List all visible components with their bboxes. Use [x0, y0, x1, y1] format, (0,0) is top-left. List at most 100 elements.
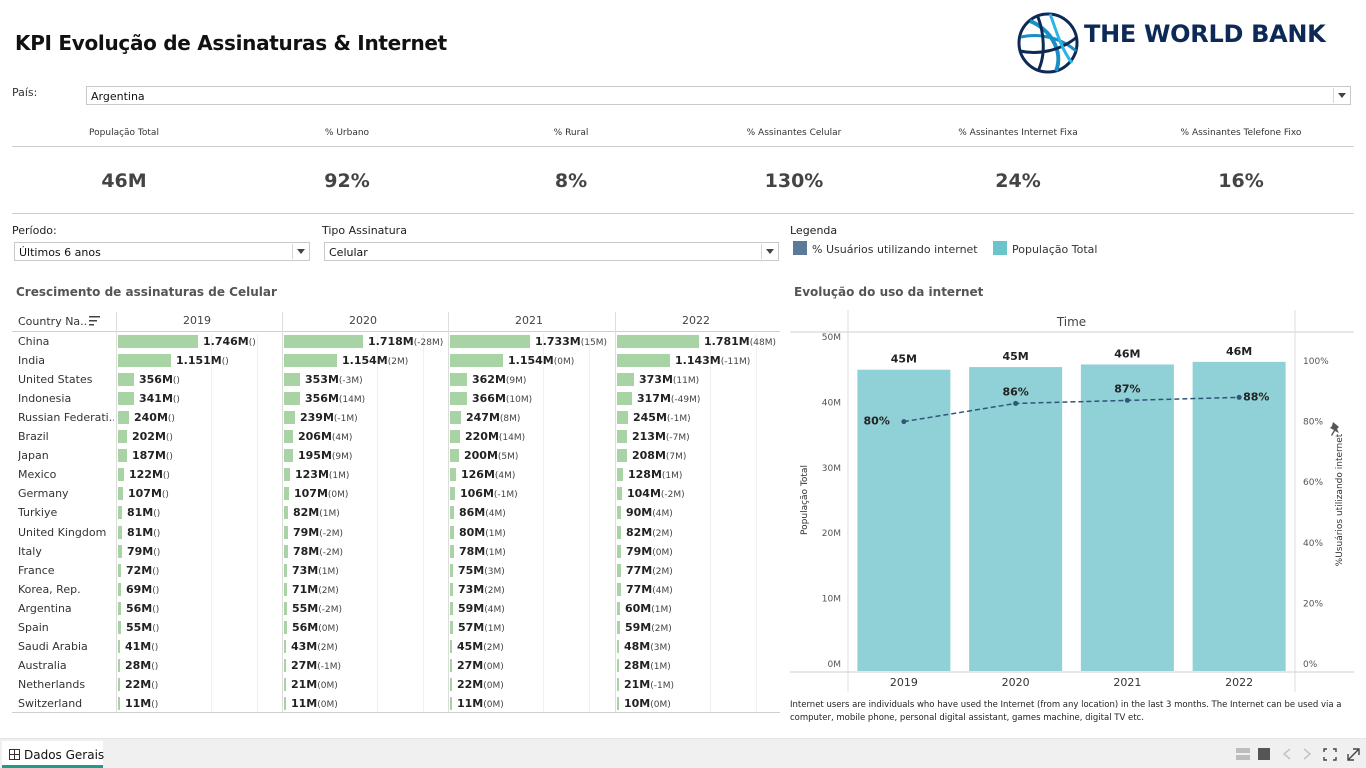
- subscription-bar[interactable]: [450, 582, 453, 596]
- country-name[interactable]: Argentina: [18, 602, 114, 615]
- subscription-bar[interactable]: [284, 506, 288, 520]
- subscription-bar[interactable]: [450, 658, 452, 672]
- country-name[interactable]: Spain: [18, 621, 114, 634]
- subscription-bar[interactable]: [118, 468, 124, 482]
- period-select[interactable]: Últimos 6 anos: [14, 242, 310, 261]
- subscription-bar[interactable]: [118, 620, 121, 634]
- subscription-bar[interactable]: [450, 392, 467, 406]
- subscription-bar[interactable]: [284, 468, 290, 482]
- sort-icon[interactable]: [89, 315, 101, 327]
- subscription-bar[interactable]: [118, 411, 129, 425]
- country-name[interactable]: Australia: [18, 659, 114, 672]
- subscription-bar[interactable]: [118, 601, 121, 615]
- subscription-bar[interactable]: [617, 335, 699, 348]
- subscription-bar[interactable]: [617, 487, 622, 501]
- subscription-bar[interactable]: [284, 582, 287, 596]
- subscription-bar[interactable]: [617, 525, 621, 539]
- country-name[interactable]: Japan: [18, 449, 114, 462]
- subscription-bar[interactable]: [450, 373, 467, 387]
- subscription-bar[interactable]: [118, 506, 122, 520]
- subscription-bar[interactable]: [617, 601, 620, 615]
- subscription-bar[interactable]: [284, 639, 286, 653]
- subscription-bar[interactable]: [617, 563, 621, 577]
- subscription-bar[interactable]: [284, 354, 337, 368]
- subscription-bar[interactable]: [284, 620, 287, 634]
- country-name[interactable]: China: [18, 335, 114, 348]
- subscription-bar[interactable]: [284, 544, 288, 558]
- subscription-bar[interactable]: [284, 525, 288, 539]
- subscription-bar[interactable]: [118, 563, 121, 577]
- subscription-bar[interactable]: [450, 506, 454, 520]
- subscription-bar[interactable]: [617, 696, 619, 710]
- subscription-bar[interactable]: [450, 525, 454, 539]
- subscription-bar[interactable]: [450, 601, 453, 615]
- country-name[interactable]: Switzerland: [18, 697, 114, 710]
- subscription-bar[interactable]: [450, 335, 530, 348]
- subscription-bar[interactable]: [617, 449, 627, 463]
- country-name[interactable]: Italy: [18, 545, 114, 558]
- subscription-bar[interactable]: [617, 411, 628, 425]
- country-name[interactable]: Russian Federati..: [18, 411, 114, 424]
- subscription-bar[interactable]: [118, 373, 134, 387]
- fullscreen-icon[interactable]: [1323, 748, 1337, 761]
- country-name[interactable]: France: [18, 564, 114, 577]
- subscription-bar[interactable]: [284, 563, 287, 577]
- subscription-bar[interactable]: [118, 392, 134, 406]
- dropdown-arrow-icon[interactable]: [1333, 88, 1349, 103]
- back-icon[interactable]: [1282, 748, 1292, 760]
- subscription-bar[interactable]: [450, 354, 503, 368]
- subscription-bar[interactable]: [284, 658, 286, 672]
- country-select[interactable]: Argentina: [86, 86, 1351, 105]
- subscription-bar[interactable]: [617, 620, 620, 634]
- subscription-bar[interactable]: [617, 468, 623, 482]
- type-select[interactable]: Celular: [324, 242, 779, 261]
- layout-icon[interactable]: [1236, 748, 1250, 760]
- country-name[interactable]: Germany: [18, 487, 114, 500]
- subscription-bar[interactable]: [450, 696, 452, 710]
- dropdown-arrow-icon[interactable]: [761, 244, 777, 259]
- country-column-header[interactable]: Country Na..: [18, 315, 87, 328]
- subscription-bar[interactable]: [118, 335, 198, 348]
- country-name[interactable]: Mexico: [18, 468, 114, 481]
- country-name[interactable]: Saudi Arabia: [18, 640, 114, 653]
- country-name[interactable]: India: [18, 354, 114, 367]
- subscription-bar[interactable]: [617, 506, 621, 520]
- subscription-bar[interactable]: [450, 468, 456, 482]
- subscription-bar[interactable]: [284, 449, 293, 463]
- subscription-bar[interactable]: [450, 620, 453, 634]
- subscription-bar[interactable]: [617, 544, 621, 558]
- subscription-bar[interactable]: [118, 639, 120, 653]
- stop-icon[interactable]: [1258, 748, 1270, 760]
- subscription-bar[interactable]: [284, 430, 293, 444]
- country-name[interactable]: Indonesia: [18, 392, 114, 405]
- subscription-bar[interactable]: [118, 582, 121, 596]
- subscription-bar[interactable]: [450, 449, 459, 463]
- country-name[interactable]: Brazil: [18, 430, 114, 443]
- subscription-bar[interactable]: [617, 392, 632, 406]
- subscription-bar[interactable]: [617, 639, 619, 653]
- subscription-bar[interactable]: [284, 487, 289, 501]
- country-name[interactable]: Netherlands: [18, 678, 114, 691]
- subscription-bar[interactable]: [450, 677, 452, 691]
- subscription-bar[interactable]: [617, 677, 619, 691]
- subscription-bar[interactable]: [118, 696, 120, 710]
- country-name[interactable]: Turkiye: [18, 506, 114, 519]
- subscription-bar[interactable]: [284, 411, 295, 425]
- subscription-bar[interactable]: [450, 639, 452, 653]
- subscription-bar[interactable]: [118, 658, 120, 672]
- subscription-bar[interactable]: [617, 582, 621, 596]
- subscription-bar[interactable]: [450, 563, 453, 577]
- subscription-bar[interactable]: [118, 677, 120, 691]
- subscription-bar[interactable]: [450, 544, 454, 558]
- subscription-bar[interactable]: [284, 601, 287, 615]
- subscription-bar[interactable]: [450, 411, 461, 425]
- subscription-bar[interactable]: [284, 392, 300, 406]
- tab-dados-gerais[interactable]: Dados Gerais: [2, 741, 104, 768]
- subscription-bar[interactable]: [118, 487, 123, 501]
- subscription-bar[interactable]: [284, 696, 286, 710]
- subscription-bar[interactable]: [450, 487, 455, 501]
- forward-icon[interactable]: [1302, 748, 1312, 760]
- subscription-bar[interactable]: [617, 658, 619, 672]
- subscription-bar[interactable]: [284, 677, 286, 691]
- subscription-bar[interactable]: [118, 449, 127, 463]
